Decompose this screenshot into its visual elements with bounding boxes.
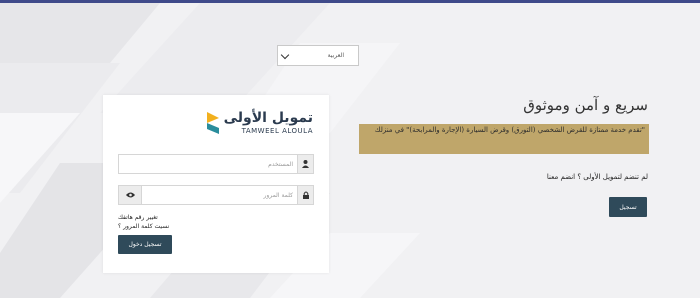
brand-logo: تمويل الأولى TAMWEEL ALOULA (207, 110, 313, 138)
forgot-password-link[interactable]: نسيت كلمة المرور ؟ (118, 223, 169, 230)
password-input[interactable] (218, 188, 293, 202)
brand-name-ar: تمويل الأولى (223, 110, 313, 126)
user-icon (297, 155, 313, 173)
username-input[interactable] (218, 157, 293, 171)
promo-tagline: "تقدم خدمة ممتازة للقرض الشخصي (التورق) … (359, 124, 649, 154)
signup-prompt: لم تنضم لتمويل الأولى ؟ انضم معنا (546, 173, 648, 181)
username-field (118, 154, 314, 174)
login-button[interactable]: تسجيل دخول (118, 235, 172, 254)
change-phone-link[interactable]: تغيير رقم هاتفك (118, 214, 158, 221)
chevron-down-icon (280, 50, 290, 60)
brand-name-en: TAMWEEL ALOULA (241, 127, 313, 135)
language-select[interactable]: العربية (277, 45, 359, 66)
eye-icon[interactable] (119, 186, 142, 204)
language-select-value: العربية (327, 52, 344, 59)
signup-button[interactable]: تسجيل (609, 197, 647, 217)
promo-headline: سريع و آمن وموثوق (523, 96, 648, 114)
password-field (118, 185, 314, 205)
lock-icon (297, 186, 313, 204)
logo-mark-icon (207, 112, 219, 134)
login-card: تمويل الأولى TAMWEEL ALOULA تغيير رقم ها… (103, 95, 329, 273)
